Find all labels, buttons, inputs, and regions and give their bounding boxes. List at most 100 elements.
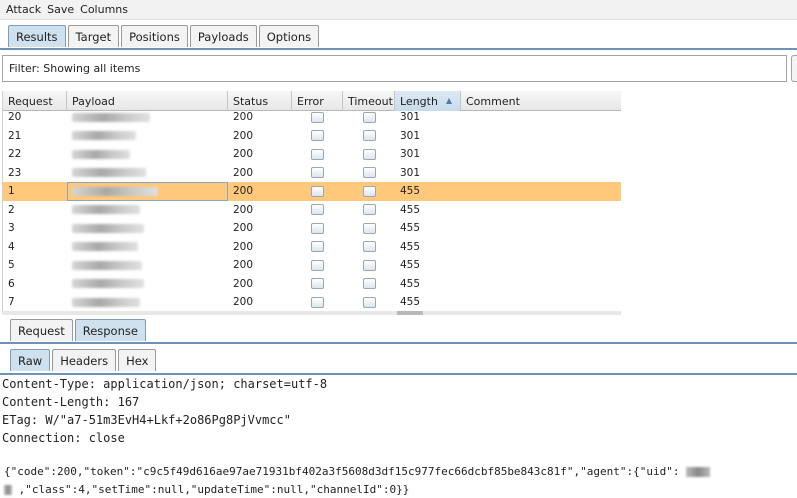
table-row[interactable]: 22 200 301 bbox=[3, 145, 621, 164]
tab-headers[interactable]: Headers bbox=[52, 349, 117, 371]
table-row[interactable]: 2 200 455 bbox=[3, 201, 621, 220]
timeout-checkbox[interactable] bbox=[362, 111, 376, 123]
redacted-uid bbox=[686, 467, 711, 477]
cell-comment bbox=[461, 145, 621, 164]
error-checkbox[interactable] bbox=[311, 148, 324, 160]
response-viewer[interactable]: Content-Type: application/json; charset=… bbox=[0, 375, 797, 498]
cell-payload bbox=[67, 238, 228, 257]
timeout-checkbox[interactable] bbox=[362, 130, 376, 142]
message-tab-strip: Request Response bbox=[10, 319, 148, 341]
table-row[interactable]: 20 200 301 bbox=[3, 108, 621, 127]
table-row[interactable]: 5 200 455 bbox=[3, 256, 621, 275]
cell-comment bbox=[461, 238, 621, 257]
message-tab-divider bbox=[0, 342, 797, 344]
cell-payload bbox=[67, 182, 228, 201]
cell-timeout bbox=[343, 201, 395, 220]
cell-error bbox=[292, 182, 343, 201]
tab-hex[interactable]: Hex bbox=[118, 349, 157, 371]
response-body-line-1: {"code":200,"token":"c9c5f49d616ae97ae71… bbox=[4, 465, 711, 478]
table-row[interactable]: 4 200 455 bbox=[3, 238, 621, 257]
cell-status: 200 bbox=[233, 296, 254, 309]
cell-status: 200 bbox=[233, 259, 254, 272]
cell-request: 22 bbox=[8, 148, 22, 161]
timeout-checkbox[interactable] bbox=[362, 148, 376, 160]
timeout-checkbox[interactable] bbox=[362, 222, 376, 234]
error-checkbox[interactable] bbox=[311, 241, 324, 253]
cell-timeout bbox=[343, 293, 395, 311]
timeout-checkbox[interactable] bbox=[362, 296, 376, 308]
column-length-label: Length bbox=[400, 94, 438, 108]
cell-comment bbox=[461, 182, 621, 201]
cell-timeout bbox=[343, 275, 395, 294]
redacted-payload bbox=[72, 260, 142, 270]
error-checkbox[interactable] bbox=[311, 111, 324, 123]
cell-error bbox=[292, 127, 343, 146]
timeout-checkbox[interactable] bbox=[362, 241, 376, 253]
cell-payload bbox=[67, 275, 228, 294]
menu-save[interactable]: Save bbox=[47, 3, 74, 16]
timeout-checkbox[interactable] bbox=[362, 259, 376, 271]
tab-response[interactable]: Response bbox=[74, 319, 146, 341]
tab-positions[interactable]: Positions bbox=[121, 25, 188, 47]
cell-error bbox=[292, 145, 343, 164]
cell-error bbox=[292, 275, 343, 294]
error-checkbox[interactable] bbox=[311, 222, 324, 234]
cell-status: 200 bbox=[233, 111, 254, 124]
cell-length: 455 bbox=[400, 222, 421, 235]
cell-error bbox=[292, 256, 343, 275]
timeout-checkbox[interactable] bbox=[362, 278, 376, 290]
tab-payloads[interactable]: Payloads bbox=[189, 25, 257, 47]
tab-target[interactable]: Target bbox=[67, 25, 120, 47]
menu-columns[interactable]: Columns bbox=[80, 3, 128, 16]
cell-request: 23 bbox=[8, 166, 22, 179]
cell-length: 455 bbox=[400, 185, 421, 198]
redacted-payload bbox=[72, 279, 144, 289]
main-tab-divider bbox=[0, 48, 797, 50]
error-checkbox[interactable] bbox=[311, 278, 324, 290]
redacted-payload bbox=[72, 131, 136, 141]
tab-results[interactable]: Results bbox=[8, 25, 66, 47]
header-content-type: Content-Type: application/json; charset=… bbox=[2, 377, 328, 391]
cell-timeout bbox=[343, 127, 395, 146]
cell-comment bbox=[461, 164, 621, 183]
cell-length: 301 bbox=[400, 129, 421, 142]
timeout-checkbox[interactable] bbox=[362, 204, 376, 216]
table-row[interactable]: 3 200 455 bbox=[3, 219, 621, 238]
redacted-payload bbox=[72, 149, 130, 159]
timeout-checkbox[interactable] bbox=[362, 185, 376, 197]
menu-attack[interactable]: Attack bbox=[6, 3, 41, 16]
cell-status: 200 bbox=[233, 129, 254, 142]
error-checkbox[interactable] bbox=[311, 259, 324, 271]
cell-status: 200 bbox=[233, 277, 254, 290]
table-row[interactable]: 23 200 301 bbox=[3, 164, 621, 183]
cell-error bbox=[292, 238, 343, 257]
cell-error bbox=[292, 219, 343, 238]
redacted-payload bbox=[72, 223, 144, 233]
redacted-payload bbox=[72, 168, 146, 178]
error-checkbox[interactable] bbox=[311, 130, 324, 142]
cell-status: 200 bbox=[233, 240, 254, 253]
filter-bar[interactable]: Filter: Showing all items bbox=[2, 55, 787, 82]
tab-request[interactable]: Request bbox=[10, 319, 73, 341]
error-checkbox[interactable] bbox=[311, 204, 324, 216]
tab-options[interactable]: Options bbox=[258, 25, 320, 47]
timeout-checkbox[interactable] bbox=[362, 167, 376, 179]
cell-comment bbox=[461, 275, 621, 294]
table-row[interactable]: 1 200 455 bbox=[3, 182, 621, 201]
cell-comment bbox=[461, 256, 621, 275]
table-row[interactable]: 21 200 301 bbox=[3, 127, 621, 146]
error-checkbox[interactable] bbox=[311, 185, 324, 197]
cell-length: 455 bbox=[400, 296, 421, 309]
table-row[interactable]: 6 200 455 bbox=[3, 275, 621, 294]
tab-raw[interactable]: Raw bbox=[10, 349, 51, 371]
table-row[interactable]: 7 200 455 bbox=[3, 293, 621, 311]
cell-status: 200 bbox=[233, 185, 254, 198]
error-checkbox[interactable] bbox=[311, 167, 324, 179]
error-checkbox[interactable] bbox=[311, 296, 324, 308]
filter-side-button[interactable] bbox=[791, 55, 797, 82]
scrollbar-thumb[interactable] bbox=[397, 311, 423, 315]
cell-request: 7 bbox=[8, 296, 15, 309]
table-scrollbar[interactable] bbox=[2, 311, 621, 315]
cell-comment bbox=[461, 201, 621, 220]
cell-request: 4 bbox=[8, 240, 15, 253]
